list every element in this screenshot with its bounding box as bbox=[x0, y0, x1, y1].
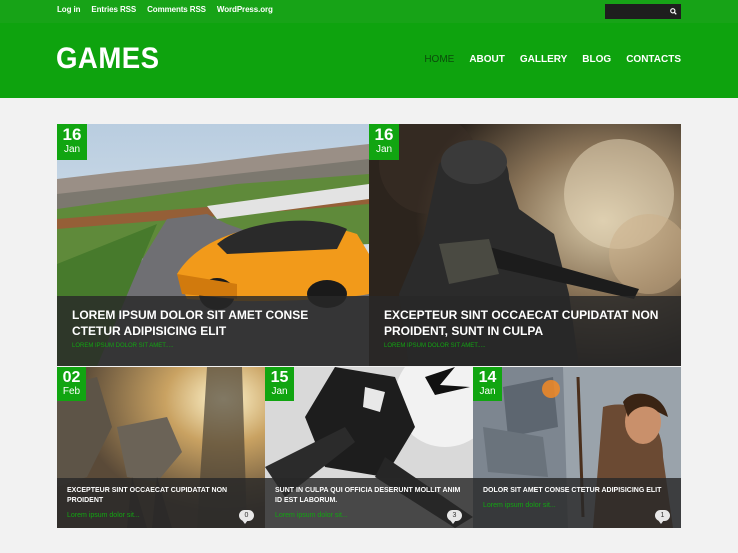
entries-rss-link[interactable]: Entries RSS bbox=[91, 5, 136, 14]
post-day: 16 bbox=[62, 125, 82, 144]
post-day: 16 bbox=[374, 125, 394, 144]
top-links: Log in Entries RSS Comments RSS WordPres… bbox=[57, 5, 273, 14]
post-card[interactable]: 15 Jan SUNT IN CULPA QUI OFFICIA DESERUN… bbox=[265, 367, 473, 528]
post-title[interactable]: EXCEPTEUR SINT OCCAECAT CUPIDATAT NON PR… bbox=[67, 486, 255, 506]
nav-blog[interactable]: BLOG bbox=[582, 54, 611, 65]
post-title[interactable]: SUNT IN CULPA QUI OFFICIA DESERUNT MOLLI… bbox=[275, 486, 463, 506]
nav-home[interactable]: HOME bbox=[424, 54, 454, 65]
post-caption: EXCEPTEUR SINT OCCAECAT CUPIDATAT NON PR… bbox=[57, 478, 265, 528]
comment-count-badge[interactable]: 3 bbox=[447, 510, 462, 524]
search-button[interactable] bbox=[666, 4, 681, 19]
post-title[interactable]: EXCEPTEUR SINT OCCAECAT CUPIDATAT NON PR… bbox=[384, 307, 667, 339]
posts-grid: 16 Jan LOREM IPSUM DOLOR SIT AMET CONSE … bbox=[57, 124, 681, 528]
post-caption: LOREM IPSUM DOLOR SIT AMET CONSE CTETUR … bbox=[57, 296, 369, 366]
comment-count-badge[interactable]: 0 bbox=[239, 510, 254, 524]
post-date: 16 Jan bbox=[369, 124, 399, 160]
post-day: 15 bbox=[270, 369, 289, 386]
search-icon bbox=[670, 8, 677, 15]
post-caption: EXCEPTEUR SINT OCCAECAT CUPIDATAT NON PR… bbox=[369, 296, 681, 366]
nav-about[interactable]: ABOUT bbox=[469, 54, 505, 65]
post-month: Feb bbox=[62, 386, 81, 397]
site-header: GAMES HOME ABOUT GALLERY BLOG CONTACTS bbox=[0, 23, 738, 98]
post-excerpt: Lorem ipsum dolor sit... bbox=[483, 502, 556, 509]
post-month: Jan bbox=[375, 144, 393, 155]
wordpress-link[interactable]: WordPress.org bbox=[217, 5, 273, 14]
comments-rss-link[interactable]: Comments RSS bbox=[147, 5, 206, 14]
post-month: Jan bbox=[271, 386, 288, 397]
post-excerpt: Lorem ipsum dolor sit... bbox=[67, 512, 140, 519]
login-link[interactable]: Log in bbox=[57, 5, 81, 14]
nav-contacts[interactable]: CONTACTS bbox=[626, 54, 681, 65]
post-date: 02 Feb bbox=[57, 367, 86, 401]
main-nav: HOME ABOUT GALLERY BLOG CONTACTS bbox=[424, 54, 681, 65]
post-excerpt: LOREM IPSUM DOLOR SIT AMET..... bbox=[72, 343, 174, 349]
post-date: 15 Jan bbox=[265, 367, 294, 401]
post-date: 16 Jan bbox=[57, 124, 87, 160]
post-day: 14 bbox=[478, 369, 497, 386]
comment-count-badge[interactable]: 1 bbox=[655, 510, 670, 524]
post-card[interactable]: 16 Jan LOREM IPSUM DOLOR SIT AMET CONSE … bbox=[57, 124, 369, 366]
site-logo[interactable]: GAMES bbox=[56, 42, 160, 76]
post-day: 02 bbox=[62, 369, 81, 386]
post-card[interactable]: 14 Jan DOLOR SIT AMET CONSE CTETUR ADIPI… bbox=[473, 367, 681, 528]
top-bar: Log in Entries RSS Comments RSS WordPres… bbox=[0, 0, 738, 23]
post-excerpt: LOREM IPSUM DOLOR SIT AMET..... bbox=[384, 343, 486, 349]
post-caption: SUNT IN CULPA QUI OFFICIA DESERUNT MOLLI… bbox=[265, 478, 473, 528]
post-title[interactable]: LOREM IPSUM DOLOR SIT AMET CONSE CTETUR … bbox=[72, 307, 355, 339]
post-month: Jan bbox=[479, 386, 496, 397]
nav-gallery[interactable]: GALLERY bbox=[520, 54, 567, 65]
post-month: Jan bbox=[63, 144, 81, 155]
search-input[interactable] bbox=[605, 4, 681, 19]
post-date: 14 Jan bbox=[473, 367, 502, 401]
post-caption: DOLOR SIT AMET CONSE CTETUR ADIPISICING … bbox=[473, 478, 681, 528]
post-title[interactable]: DOLOR SIT AMET CONSE CTETUR ADIPISICING … bbox=[483, 486, 671, 496]
post-card[interactable]: 16 Jan EXCEPTEUR SINT OCCAECAT CUPIDATAT… bbox=[369, 124, 681, 366]
post-card[interactable]: 02 Feb EXCEPTEUR SINT OCCAECAT CUPIDATAT… bbox=[57, 367, 265, 528]
post-excerpt: Lorem ipsum dolor sit... bbox=[275, 512, 348, 519]
